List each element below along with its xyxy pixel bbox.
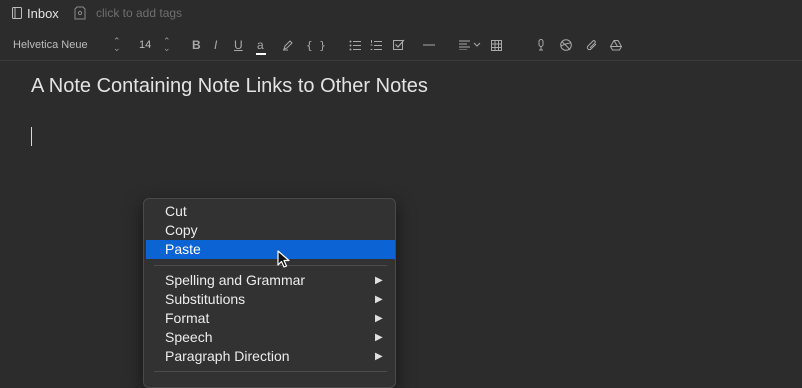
font-size-stepper[interactable]: ⌃ ⌄ — [163, 32, 171, 58]
text-color-icon: a — [256, 38, 266, 55]
highlight-icon — [283, 40, 293, 51]
code-button[interactable]: { } — [306, 32, 326, 58]
table-button[interactable] — [491, 32, 502, 58]
note-header: Inbox click to add tags — [0, 0, 802, 28]
chevron-updown-icon: ⌃ ⌄ — [163, 36, 171, 53]
tag-input[interactable]: click to add tags — [96, 6, 182, 20]
bold-button[interactable]: B — [192, 32, 201, 58]
dribbble-button[interactable] — [560, 32, 572, 58]
color-swatch — [256, 53, 266, 55]
submenu-arrow-icon: ▶ — [375, 294, 383, 305]
text-color-glyph: a — [257, 38, 264, 52]
menu-item-label: Paste — [165, 241, 201, 257]
align-icon — [459, 40, 481, 50]
text-color-button[interactable]: a — [256, 32, 266, 58]
context-menu: Cut Copy Paste Spelling and Grammar ▶ Su… — [143, 198, 396, 388]
chevron-updown-icon: ⌃ ⌄ — [113, 36, 121, 53]
italic-button[interactable]: I — [214, 32, 217, 58]
audio-button[interactable] — [537, 32, 545, 58]
numbered-list-button[interactable] — [370, 32, 382, 58]
highlight-button[interactable] — [282, 32, 294, 58]
table-icon — [491, 39, 502, 51]
text-caret — [31, 127, 32, 146]
submenu-arrow-icon: ▶ — [375, 351, 383, 362]
checklist-icon — [393, 39, 405, 50]
dribbble-icon — [560, 39, 572, 51]
menu-item-label: Spelling and Grammar — [165, 272, 306, 288]
menu-item-spelling-and-grammar[interactable]: Spelling and Grammar ▶ — [146, 271, 395, 290]
audio-icon — [538, 39, 544, 51]
submenu-arrow-icon: ▶ — [375, 332, 383, 343]
formatting-toolbar: Helvetica Neue ⌃ ⌄ 14 ⌃ ⌄ B I U a { } — [0, 32, 802, 58]
menu-item-label: Copy — [165, 222, 198, 238]
underline-button[interactable]: U — [234, 32, 243, 58]
notebook-icon[interactable] — [12, 7, 22, 19]
font-size-select[interactable]: 14 — [139, 32, 151, 58]
numbered-list-icon — [370, 39, 382, 50]
font-family-select[interactable]: Helvetica Neue — [13, 32, 88, 58]
menu-item-label: Paragraph Direction — [165, 348, 290, 364]
note-title[interactable]: A Note Containing Note Links to Other No… — [31, 75, 428, 98]
menu-item-paste[interactable]: Paste — [146, 240, 395, 259]
menu-item-substitutions[interactable]: Substitutions ▶ — [146, 290, 395, 309]
menu-item-format[interactable]: Format ▶ — [146, 309, 395, 328]
notebook-name[interactable]: Inbox — [27, 6, 59, 21]
horizontal-rule-button[interactable] — [423, 32, 435, 58]
toolbar-divider — [0, 60, 802, 61]
submenu-arrow-icon: ▶ — [375, 275, 383, 286]
align-dropdown[interactable] — [459, 32, 481, 58]
menu-item-copy[interactable]: Copy — [146, 221, 395, 240]
menu-item-speech[interactable]: Speech ▶ — [146, 328, 395, 347]
tag-icon[interactable] — [74, 6, 86, 20]
drive-button[interactable] — [610, 32, 622, 58]
menu-item-label: Cut — [165, 203, 187, 219]
attachment-button[interactable] — [585, 32, 598, 58]
bulleted-list-button[interactable] — [349, 32, 361, 58]
menu-separator — [154, 371, 387, 372]
menu-item-cut[interactable]: Cut — [146, 202, 395, 221]
submenu-arrow-icon: ▶ — [375, 313, 383, 324]
menu-item-label: Substitutions — [165, 291, 246, 307]
drive-icon — [610, 39, 622, 50]
horizontal-rule-icon — [423, 44, 435, 46]
menu-separator — [154, 265, 387, 266]
mouse-pointer-icon — [277, 250, 290, 268]
menu-item-label: Format — [165, 310, 210, 326]
bulleted-list-icon — [349, 40, 361, 50]
attachment-icon — [586, 40, 597, 51]
checklist-button[interactable] — [393, 32, 405, 58]
menu-item-label: Speech — [165, 329, 213, 345]
menu-item-paragraph-direction[interactable]: Paragraph Direction ▶ — [146, 347, 395, 366]
font-family-stepper[interactable]: ⌃ ⌄ — [113, 32, 121, 58]
